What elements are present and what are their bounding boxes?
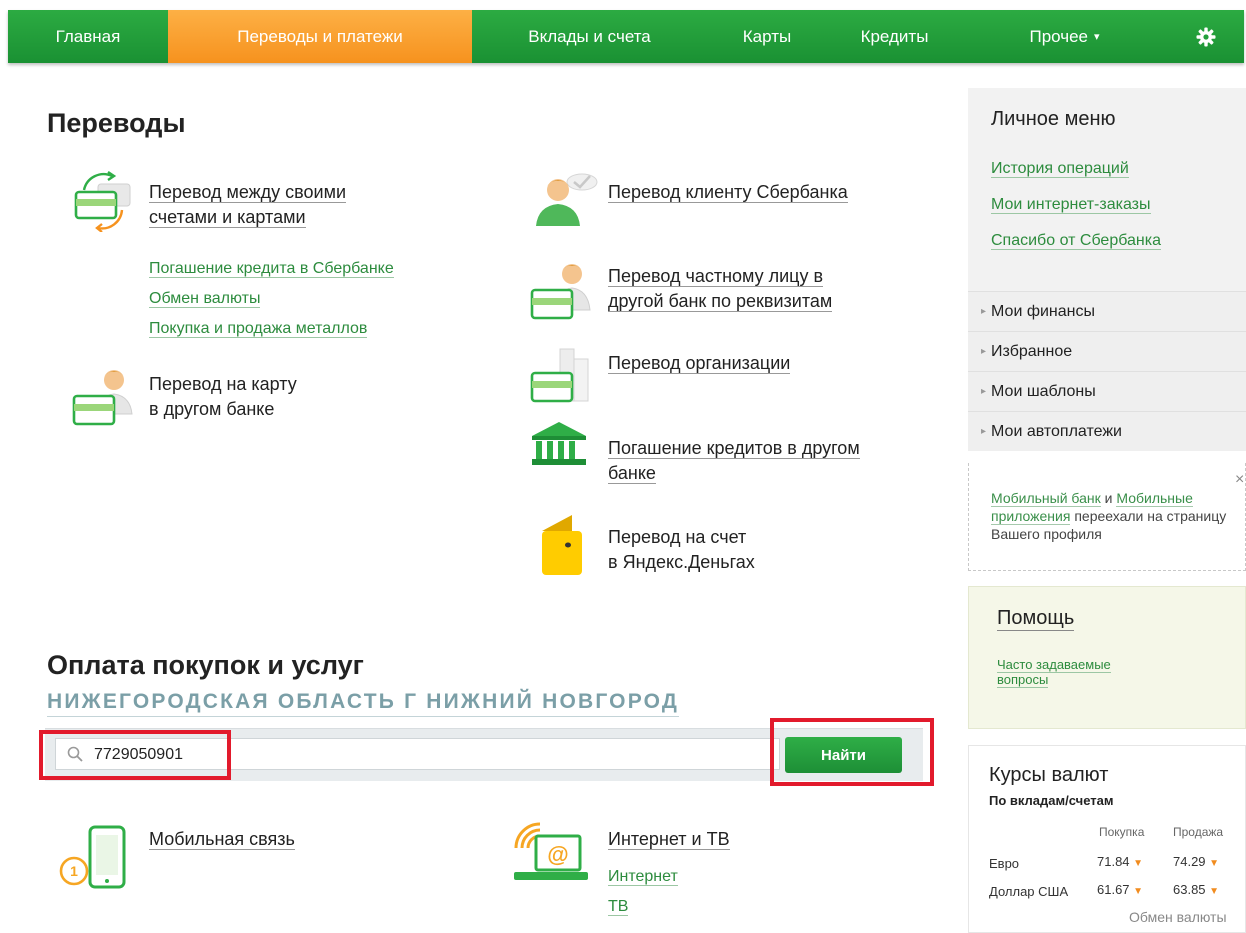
chevron-right-icon: ▸ [981,346,987,357]
down-triangle-icon: ▼ [1209,886,1220,897]
own-accounts-transfer-icon [74,171,131,232]
sidebar-item-templates[interactable]: ▸ Мои шаблоны [968,371,1246,411]
tab-label: Прочее [1029,26,1088,46]
transfers-title: Переводы [47,108,186,138]
down-triangle-icon: ▼ [1133,886,1144,897]
gear-icon [1196,27,1215,46]
internet-tv-link[interactable]: Интернет и ТВ [608,827,730,852]
buy-header: Покупка [1099,825,1145,839]
exchange-rates-link[interactable]: Обмен валюты [1129,909,1227,925]
own-accounts-transfer-link[interactable]: Перевод между своими счетами и картами [149,180,347,230]
tab-transfers-payments[interactable]: Переводы и платежи [168,10,472,63]
sidebar-item-my-finances[interactable]: ▸ Мои финансы [968,291,1246,331]
other-bank-credit-link[interactable]: Погашение кредитов в другом банке [608,436,860,486]
operations-history-link[interactable]: История операций [991,160,1129,178]
yandex-line1: Перевод на счет [608,527,747,547]
organization-transfer-link[interactable]: Перевод организации [608,351,791,376]
tab-label: Переводы и платежи [237,26,403,46]
close-icon[interactable]: × [1235,471,1244,489]
chevron-right-icon: ▸ [981,426,987,437]
down-triangle-icon: ▼ [1209,858,1220,869]
chevron-down-icon: ▾ [1094,31,1100,43]
internet-link[interactable]: Интернет [608,868,678,886]
tv-link[interactable]: ТВ [608,898,629,916]
yandex-wallet-icon [542,515,582,575]
rate-buy: 61.67 ▼ [1097,882,1144,897]
person-card-icon [72,370,133,426]
bank-building-icon [532,422,586,465]
highlight-box-find [770,718,934,786]
card-other-bank-line1: Перевод на карту [149,374,297,394]
currency-exchange-link[interactable]: Обмен валюты [149,290,261,308]
tab-label: Вклады и счета [528,26,651,46]
tab-deposits-accounts[interactable]: Вклады и счета [472,10,707,63]
tab-cards[interactable]: Карты [707,10,827,63]
sidebar-item-favorites[interactable]: ▸ Избранное [968,331,1246,371]
highlight-box-search [39,730,231,780]
own-accounts-line1: Перевод между своими [149,182,347,203]
sell-header: Продажа [1173,825,1224,839]
tab-home[interactable]: Главная [8,10,168,63]
organization-icon [530,348,589,403]
faq-link[interactable]: Часто задаваемые вопросы [997,657,1111,688]
mobile-bank-link[interactable]: Мобильный банк [991,490,1101,507]
sber-credit-repayment-link[interactable]: Погашение кредита в Сбербанке [149,260,394,278]
tab-more[interactable]: Прочее ▾ [962,10,1167,63]
mobile-phone-icon: 1 [59,825,126,889]
currency-name: Евро [989,856,1020,871]
own-accounts-line2: счетами и картами [149,207,306,228]
payments-title: Оплата покупок и услуг [47,650,364,680]
help-title[interactable]: Помощь [997,607,1075,631]
mobile-bank-notice: × Мобильный банк и Мобильные приложения … [968,463,1246,571]
metals-trade-link[interactable]: Покупка и продажа металлов [149,320,368,338]
other-bank-credit-line2: банке [608,463,656,484]
mobile-badge: 1 [70,863,78,879]
private-person-line2: другой банк по реквизитам [608,291,833,312]
tab-credits[interactable]: Кредиты [827,10,962,63]
sber-client-icon [536,173,598,226]
chevron-right-icon: ▸ [981,306,987,317]
tab-label: Карты [742,26,792,46]
currency-name: Доллар США [989,884,1069,899]
chevron-right-icon: ▸ [981,386,987,397]
private-person-icon [530,264,591,320]
tab-label: Кредиты [860,26,929,46]
yandex-money-link[interactable]: Перевод на счет в Яндекс.Деньгах [608,525,755,575]
region-selector[interactable]: НИЖЕГОРОДСКАЯ ОБЛАСТЬ Г НИЖНИЙ НОВГОРОД [47,690,680,717]
help-panel: Помощь Часто задаваемые вопросы [968,586,1246,729]
svg-text:@: @ [547,842,568,867]
rates-title: Курсы валют [989,764,1109,786]
private-person-line1: Перевод частному лицу в [608,266,824,287]
exchange-rates-panel: Курсы валют По вкладам/счетам Покупка Пр… [968,745,1246,933]
tab-label: Главная [55,26,121,46]
other-bank-credit-line1: Погашение кредитов в другом [608,438,860,459]
main-nav: Главная Переводы и платежи Вклады и счет… [8,10,1244,63]
rate-sell: 74.29 ▼ [1173,854,1220,869]
sber-client-transfer-link[interactable]: Перевод клиенту Сбербанка [608,180,848,205]
internet-tv-icon: @ [514,822,588,880]
settings-button[interactable] [1167,10,1244,63]
rates-subtitle: По вкладам/счетам [989,793,1114,808]
sidebar-item-autopayments[interactable]: ▸ Мои автоплатежи [968,411,1246,451]
down-triangle-icon: ▼ [1133,858,1144,869]
sber-thanks-link[interactable]: Спасибо от Сбербанка [991,232,1161,250]
rate-buy: 71.84 ▼ [1097,854,1144,869]
mobile-link[interactable]: Мобильная связь [149,827,295,852]
rate-sell: 63.85 ▼ [1173,882,1220,897]
card-other-bank-link[interactable]: Перевод на карту в другом банке [149,372,297,422]
private-person-transfer-link[interactable]: Перевод частному лицу в другой банк по р… [608,264,833,314]
internet-orders-link[interactable]: Мои интернет-заказы [991,196,1151,214]
yandex-line2: в Яндекс.Деньгах [608,552,755,572]
card-other-bank-line2: в другом банке [149,399,275,419]
personal-menu-title: Личное меню [991,108,1116,130]
